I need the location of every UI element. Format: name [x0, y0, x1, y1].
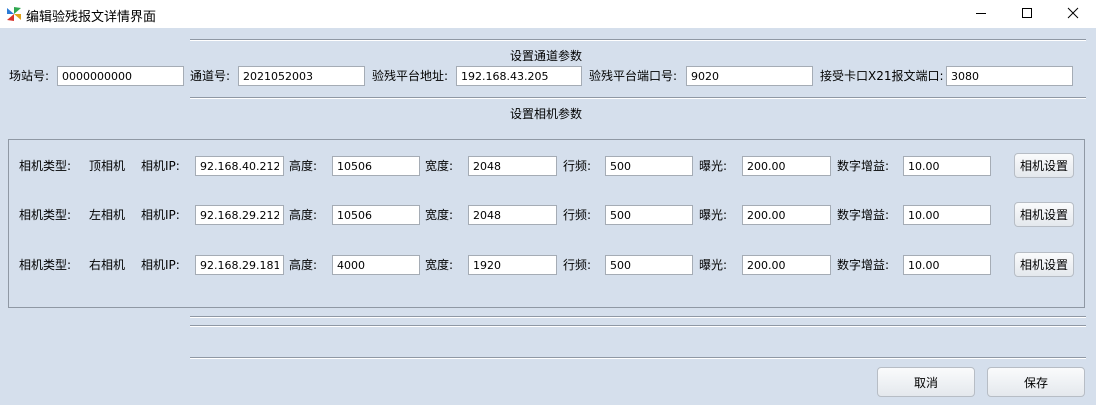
camera-height-label: 高度: [289, 208, 318, 222]
channel-no-label: 通道号: [190, 69, 231, 83]
camera-type-label: 相机类型: [19, 258, 72, 272]
camera-line-freq-label: 行频: [563, 159, 592, 173]
divider [190, 325, 1086, 327]
window-title: 编辑验残报文详情界面 [26, 10, 157, 25]
camera-width-label: 宽度: [425, 208, 454, 222]
camera-type-value: 右相机 [89, 258, 126, 272]
platform-port-field[interactable] [686, 66, 813, 86]
camera-ip-label: 相机IP: [141, 208, 180, 222]
x21-port-label: 接受卡口X21报文端口: [820, 69, 944, 83]
camera-width-field[interactable] [468, 255, 557, 275]
camera-line-freq-field[interactable] [605, 205, 693, 225]
platform-port-label: 验残平台端口号: [589, 69, 678, 83]
camera-line-freq-label: 行频: [563, 258, 592, 272]
x21-port-field[interactable] [946, 66, 1073, 86]
camera-height-label: 高度: [289, 258, 318, 272]
camera-line-freq-field[interactable] [605, 156, 693, 176]
divider [190, 357, 1086, 359]
camera-gain-label: 数字增益: [837, 258, 890, 272]
camera-settings-button[interactable]: 相机设置 [1014, 153, 1074, 178]
camera-height-field[interactable] [332, 156, 420, 176]
station-label: 场站号: [9, 69, 50, 83]
title-bar: 编辑验残报文详情界面 [0, 0, 1096, 28]
camera-height-field[interactable] [332, 255, 420, 275]
channel-no-field[interactable] [238, 66, 365, 86]
divider [190, 316, 1086, 318]
close-button[interactable] [1050, 0, 1096, 28]
camera-type-label: 相机类型: [19, 208, 72, 222]
camera-section-title: 设置相机参数 [509, 107, 582, 121]
camera-width-label: 宽度: [425, 258, 454, 272]
camera-line-freq-label: 行频: [563, 208, 592, 222]
maximize-icon [1021, 7, 1033, 22]
camera-type-value: 顶相机 [89, 159, 126, 173]
camera-ip-field[interactable] [195, 205, 284, 225]
camera-width-label: 宽度: [425, 159, 454, 173]
camera-gain-field[interactable] [903, 156, 991, 176]
divider [190, 39, 1086, 41]
camera-height-field[interactable] [332, 205, 420, 225]
minimize-icon [975, 7, 987, 22]
camera-gain-label: 数字增益: [837, 159, 890, 173]
camera-line-freq-field[interactable] [605, 255, 693, 275]
camera-exposure-field[interactable] [742, 156, 831, 176]
close-icon [1067, 7, 1079, 22]
camera-exposure-label: 曝光: [699, 159, 728, 173]
camera-type-value: 左相机 [89, 208, 126, 222]
camera-gain-label: 数字增益: [837, 208, 890, 222]
channel-section-title: 设置通道参数 [509, 49, 582, 63]
camera-exposure-label: 曝光: [699, 208, 728, 222]
platform-address-label: 验残平台地址: [372, 69, 449, 83]
camera-settings-button[interactable]: 相机设置 [1014, 202, 1074, 227]
camera-width-field[interactable] [468, 205, 557, 225]
station-field[interactable] [57, 66, 184, 86]
cancel-button[interactable]: 取消 [877, 367, 975, 397]
maximize-button[interactable] [1004, 0, 1050, 28]
camera-ip-label: 相机IP: [141, 258, 180, 272]
camera-type-label: 相机类型: [19, 159, 72, 173]
minimize-button[interactable] [958, 0, 1004, 28]
divider [190, 97, 1086, 99]
camera-width-field[interactable] [468, 156, 557, 176]
camera-height-label: 高度: [289, 159, 318, 173]
pinwheel-icon [6, 6, 22, 22]
camera-ip-field[interactable] [195, 255, 284, 275]
platform-address-field[interactable] [456, 66, 582, 86]
camera-gain-field[interactable] [903, 205, 991, 225]
camera-exposure-field[interactable] [742, 255, 831, 275]
camera-ip-field[interactable] [195, 156, 284, 176]
save-button[interactable]: 保存 [987, 367, 1085, 397]
camera-ip-label: 相机IP: [141, 159, 180, 173]
camera-exposure-label: 曝光: [699, 258, 728, 272]
camera-settings-button[interactable]: 相机设置 [1014, 252, 1074, 277]
camera-gain-field[interactable] [903, 255, 991, 275]
camera-exposure-field[interactable] [742, 205, 831, 225]
